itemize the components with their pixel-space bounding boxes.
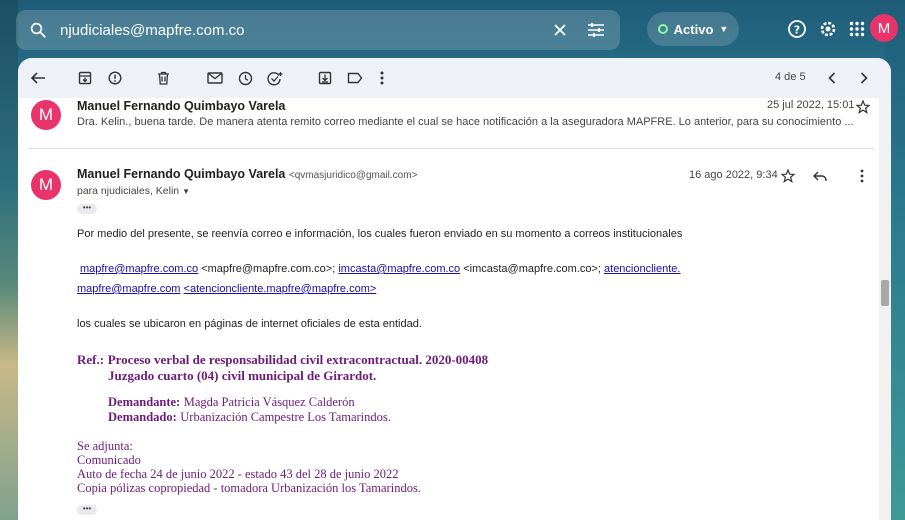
sender-avatar: M — [31, 170, 61, 200]
search-options-icon[interactable] — [578, 12, 614, 48]
body-intro: Por medio del presente, se reenvía corre… — [77, 228, 683, 240]
move-to-icon[interactable] — [313, 66, 337, 90]
settings-gear-icon[interactable] — [813, 14, 843, 44]
email-text: <mapfre@mapfre.com.co> — [201, 263, 333, 275]
attachment-item: Comunicado — [77, 453, 141, 467]
add-task-icon[interactable] — [263, 66, 287, 90]
top-bar: Activo ▼ ? M — [0, 0, 905, 58]
reference-line2: Juzgado cuarto (04) civil municipal de G… — [108, 368, 377, 383]
label-tag-icon[interactable] — [343, 66, 367, 90]
attachment-item: Copia pólizas copropiedad - tomadora Urb… — [77, 481, 421, 495]
star-icon[interactable] — [854, 98, 872, 116]
more-options-vertical-icon[interactable] — [370, 66, 394, 90]
star-icon[interactable] — [778, 166, 798, 186]
mark-unread-mail-icon[interactable] — [203, 66, 227, 90]
status-dot-icon — [657, 24, 668, 34]
pagination-count: 4 de 5 — [775, 71, 806, 83]
show-trimmed-content-button[interactable]: ••• — [77, 505, 97, 515]
sender-email: <qvmasjuridico@gmail.com> — [288, 170, 418, 181]
clear-search-icon[interactable] — [542, 12, 578, 48]
plaintiff-line: Demandante: Magda Patricia Vásquez Calde… — [108, 395, 355, 409]
email-link[interactable]: atencioncliente. — [604, 263, 680, 275]
message-snippet: Dra. Kelin., buena tarde. De manera aten… — [77, 116, 854, 128]
recipients-text: para njudiciales, Kelin — [77, 185, 180, 197]
recipients-details[interactable]: para njudiciales, Kelin ▼ — [77, 185, 190, 197]
message-divider — [28, 148, 874, 149]
body-closing: los cuales se ubicaron en páginas de int… — [77, 318, 422, 330]
older-chevron-right-icon[interactable] — [852, 66, 876, 90]
email-link[interactable]: mapfre@mapfre.com.co — [80, 263, 198, 275]
search-bar — [16, 10, 620, 50]
email-link[interactable]: imcasta@mapfre.com.co — [338, 263, 460, 275]
chevron-down-icon: ▼ — [719, 24, 729, 34]
status-label: Activo — [673, 21, 714, 37]
email-link[interactable]: <atencioncliente.mapfre@mapfre.com> — [184, 283, 377, 295]
apps-grid-icon[interactable] — [842, 14, 872, 44]
chevron-down-icon: ▼ — [182, 187, 190, 196]
reply-arrow-icon[interactable] — [810, 166, 830, 186]
snooze-clock-icon[interactable] — [233, 66, 257, 90]
status-selector[interactable]: Activo ▼ — [647, 12, 739, 46]
delete-trash-icon[interactable] — [151, 66, 175, 90]
background-left-edge — [0, 0, 18, 520]
sender-header: Manuel Fernando Quimbayo Varela <qvmasju… — [77, 167, 417, 181]
sender-name: Manuel Fernando Quimbayo Varela — [77, 99, 286, 113]
scrollbar-thumb[interactable] — [881, 280, 889, 306]
email-link[interactable]: mapfre@mapfre.com — [77, 283, 180, 295]
reference-line1: Ref.: Proceso verbal de responsabilidad … — [77, 352, 489, 367]
attachments-title: Se adjunta: — [77, 439, 133, 453]
report-spam-icon[interactable] — [103, 66, 127, 90]
sender-avatar: M — [31, 100, 61, 130]
attachment-item: Auto de fecha 24 de junio 2022 - estado … — [77, 467, 399, 481]
sender-name: Manuel Fernando Quimbayo Varela — [77, 167, 286, 181]
search-icon[interactable] — [16, 21, 60, 39]
body-links-line2: mapfre@mapfre.com <atencioncliente.mapfr… — [77, 283, 376, 295]
newer-chevron-left-icon[interactable] — [820, 66, 844, 90]
mail-panel: 4 de 5 M Manuel Fernando Quimbayo Varela… — [18, 58, 891, 520]
message-toolbar: 4 de 5 — [18, 58, 891, 98]
email-text: <imcasta@mapfre.com.co> — [463, 263, 598, 275]
vertical-scrollbar[interactable] — [879, 98, 891, 520]
body-links-line1: mapfre@mapfre.com.co <mapfre@mapfre.com.… — [80, 263, 681, 275]
svg-text:?: ? — [794, 24, 800, 37]
message-more-vertical-icon[interactable] — [854, 166, 870, 186]
back-arrow-icon[interactable] — [26, 66, 50, 90]
account-avatar[interactable]: M — [870, 14, 898, 42]
archive-icon[interactable] — [73, 66, 97, 90]
help-icon[interactable]: ? — [782, 14, 812, 44]
search-input[interactable] — [60, 21, 542, 39]
defendant-line: Demandado: Urbanización Campestre Los Ta… — [108, 410, 391, 424]
message-date: 16 ago 2022, 9:34 — [689, 169, 778, 181]
show-trimmed-content-button[interactable]: ••• — [77, 204, 97, 214]
message-date: 25 jul 2022, 15:01 — [767, 99, 855, 111]
